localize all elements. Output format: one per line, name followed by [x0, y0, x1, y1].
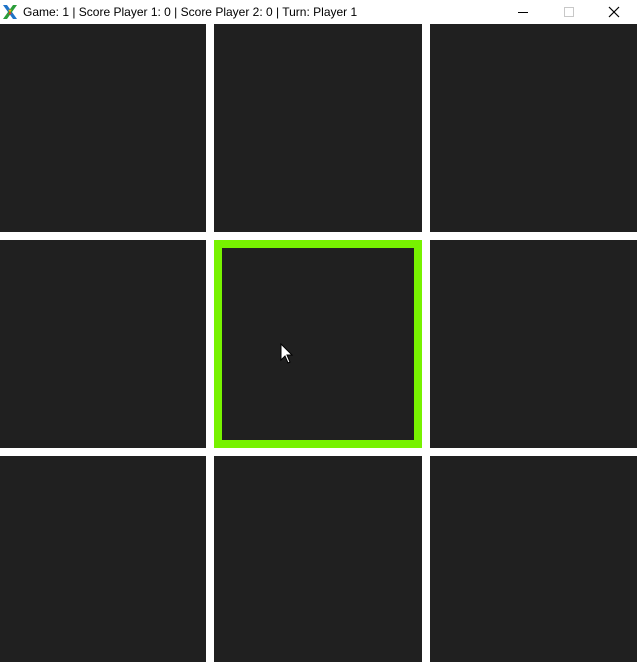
game-window: Game: 1 | Score Player 1: 0 | Score Play…: [0, 0, 637, 662]
title-bar[interactable]: Game: 1 | Score Player 1: 0 | Score Play…: [0, 0, 637, 24]
close-icon: [608, 6, 620, 18]
minimize-button[interactable]: [500, 0, 546, 24]
close-button[interactable]: [591, 0, 637, 24]
game-board: [0, 24, 637, 662]
board-cell-1[interactable]: [0, 24, 206, 232]
board-cell-9[interactable]: [430, 456, 637, 662]
minimize-icon: [518, 12, 528, 13]
board-cell-3[interactable]: [430, 24, 637, 232]
window-title: Game: 1 | Score Player 1: 0 | Score Play…: [23, 5, 358, 19]
board-cell-6[interactable]: [430, 240, 637, 448]
board-cell-8[interactable]: [214, 456, 422, 662]
board-cell-2[interactable]: [214, 24, 422, 232]
board-cell-5[interactable]: [214, 240, 422, 448]
x-logo-icon: [3, 5, 17, 19]
board-cell-7[interactable]: [0, 456, 206, 662]
maximize-icon: [564, 7, 574, 17]
board-cell-4[interactable]: [0, 240, 206, 448]
maximize-button[interactable]: [546, 0, 592, 24]
